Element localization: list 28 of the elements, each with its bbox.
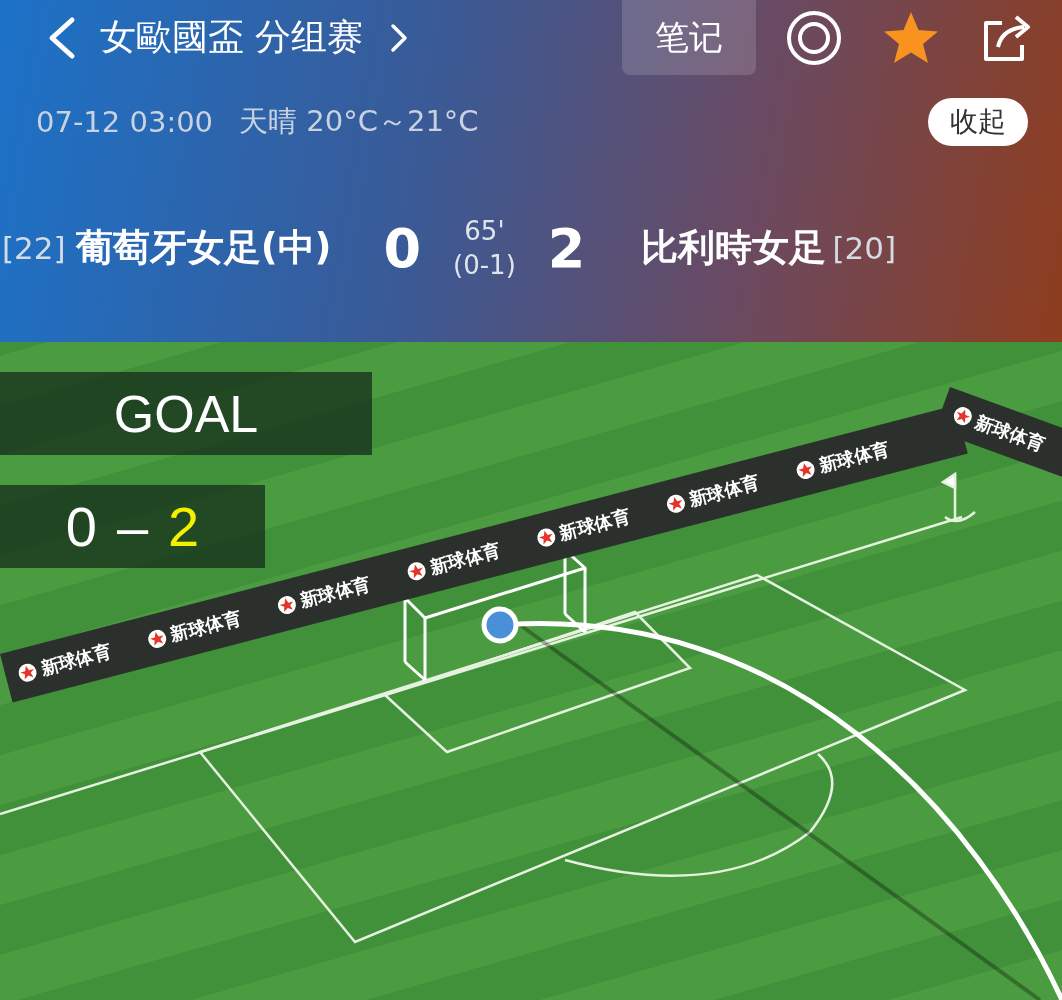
ball-icon [481, 606, 519, 644]
away-rank: [20] [832, 230, 897, 266]
away-team-name[interactable]: 比利時女足 [641, 223, 827, 273]
match-minute: 65' [464, 215, 505, 248]
home-score: 0 [383, 216, 422, 280]
sponsor-text: 新球体育 [556, 504, 633, 546]
sponsor-text: 新球体育 [816, 436, 892, 479]
collapse-button[interactable]: 收起 [928, 98, 1028, 146]
weather-text: 天晴 20°C～21°C [239, 103, 479, 140]
sponsor-text: 新球体育 [686, 470, 763, 512]
goal-banner: GOAL [0, 372, 372, 455]
half-time-score: (0-1) [453, 249, 516, 282]
away-goal-count: 2 [168, 494, 200, 559]
sponsor-text: 新球体育 [427, 538, 503, 580]
score-separator: – [116, 494, 149, 559]
sponsor-text: 新球体育 [297, 571, 374, 614]
sponsor-text: 新球体育 [38, 639, 114, 681]
away-score: 2 [547, 216, 586, 280]
sponsor-text: 新球体育 [971, 409, 1048, 457]
home-team-name[interactable]: 葡萄牙女足(中) [75, 223, 332, 273]
sponsor-text: 新球体育 [167, 605, 244, 647]
home-goal-count: 0 [65, 494, 97, 559]
chevron-right-icon[interactable] [389, 22, 410, 53]
target-icon[interactable] [786, 9, 842, 66]
note-button[interactable]: 笔记 [622, 0, 756, 75]
match-datetime: 07-12 03:00 [36, 105, 214, 139]
home-rank: [22] [2, 230, 66, 266]
league-title[interactable]: 女歐國盃 分组赛 [100, 13, 364, 62]
